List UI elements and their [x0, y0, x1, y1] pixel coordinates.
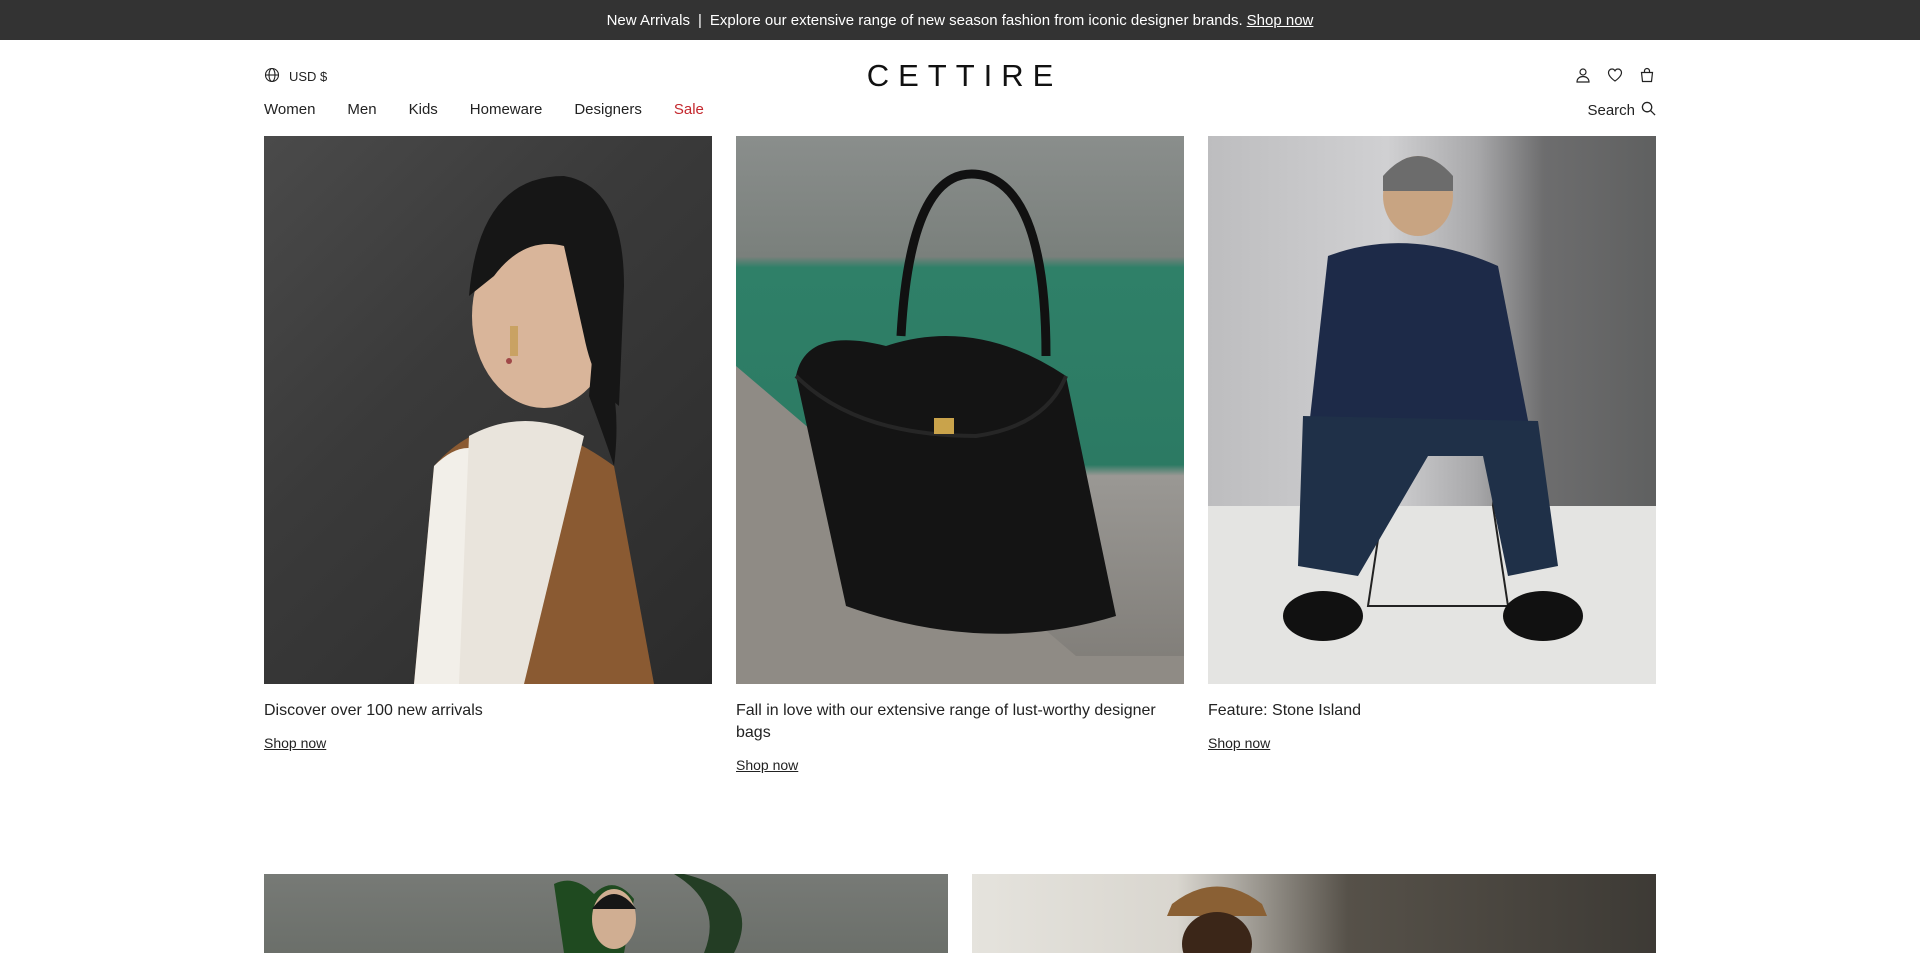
logo-text: CETTIRE	[866, 58, 1063, 93]
bag-icon[interactable]	[1638, 66, 1656, 84]
new-arrivals-image[interactable]	[264, 136, 712, 684]
promo-prefix: New Arrivals	[606, 11, 690, 29]
woman-with-plant-illustration	[554, 874, 743, 953]
man-seated-illustration	[1208, 156, 1656, 684]
promo-bar: New Arrivals | Explore our extensive ran…	[0, 0, 1920, 40]
woman-portrait-illustration	[414, 176, 654, 684]
main-nav: Women Men Kids Homeware Designers Sale	[264, 101, 704, 118]
header-icons	[1574, 66, 1656, 84]
search-icon	[1641, 101, 1656, 120]
nav-kids[interactable]: Kids	[409, 101, 438, 118]
designer-bag-image[interactable]	[736, 136, 1184, 684]
tile-shop-now-link[interactable]: Shop now	[736, 757, 798, 773]
account-icon[interactable]	[1574, 66, 1592, 84]
man-in-cap-illustration	[1167, 886, 1267, 953]
feature-tile-stone-island: Feature: Stone Island Shop now	[1208, 136, 1656, 753]
tile-caption: Feature: Stone Island	[1208, 702, 1361, 719]
feature-tile-new-arrivals: Discover over 100 new arrivals Shop now	[264, 136, 712, 753]
tile-shop-now-link[interactable]: Shop now	[1208, 735, 1270, 751]
search-button[interactable]: Search	[1587, 101, 1656, 120]
promo-shop-now-link[interactable]: Shop now	[1247, 12, 1314, 29]
nav-sale[interactable]: Sale	[674, 101, 704, 118]
lower-banner-right-image[interactable]	[972, 874, 1656, 953]
tile-shop-now-link[interactable]: Shop now	[264, 735, 326, 751]
promo-text: Explore our extensive range of new seaso…	[709, 11, 1243, 29]
tile-caption: Discover over 100 new arrivals	[264, 702, 483, 719]
feature-tile-designer-bags: Fall in love with our extensive range of…	[736, 136, 1184, 775]
wishlist-heart-icon[interactable]	[1606, 66, 1624, 84]
nav-designers[interactable]: Designers	[574, 101, 642, 118]
nav-men[interactable]: Men	[347, 101, 376, 118]
stone-island-image[interactable]	[1208, 136, 1656, 684]
nav-homeware[interactable]: Homeware	[470, 101, 543, 118]
promo-separator: |	[697, 11, 702, 29]
nav-women[interactable]: Women	[264, 101, 315, 118]
tile-caption: Fall in love with our extensive range of…	[736, 702, 1156, 741]
black-handbag-illustration	[736, 169, 1184, 684]
search-label: Search	[1587, 102, 1635, 119]
lower-banner-left-image[interactable]	[264, 874, 948, 953]
